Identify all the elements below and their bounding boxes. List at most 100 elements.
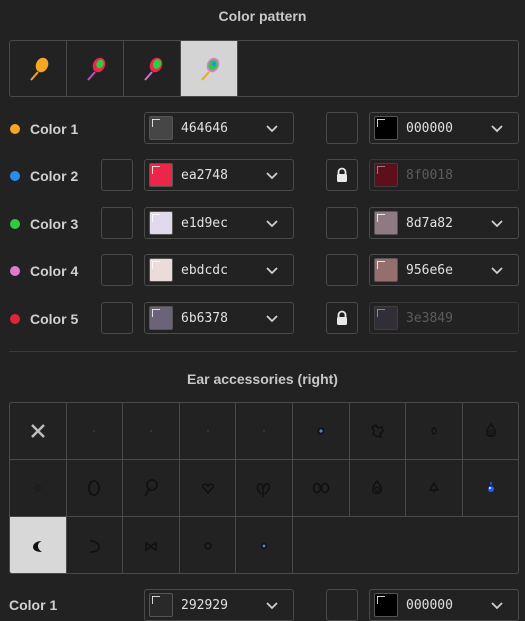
accessory-option-20[interactable] xyxy=(67,517,124,573)
color-row-1: Color 1 464646 000000 xyxy=(0,112,525,146)
chevron-down-icon xyxy=(266,125,278,133)
accessory-option-22[interactable] xyxy=(180,517,237,573)
secondary-color-picker[interactable]: 956e6e xyxy=(369,254,519,286)
primary-color-picker[interactable]: ebdcdc xyxy=(144,254,294,286)
bottom-primary-swatch xyxy=(149,593,173,617)
pattern-tile-1[interactable] xyxy=(10,41,67,96)
chevron-down-icon xyxy=(266,602,278,610)
bottom-secondary-color-picker[interactable]: 000000 xyxy=(369,589,519,621)
loop-pendant-icon xyxy=(144,479,158,497)
color-dot xyxy=(10,219,20,229)
spade-pendant-icon xyxy=(428,481,440,493)
secondary-color-picker[interactable]: 3e3849 xyxy=(369,302,519,334)
color-toggle-box[interactable] xyxy=(101,207,133,239)
pattern-tile-2[interactable] xyxy=(67,41,124,96)
balloon-red-green-icon xyxy=(87,57,106,81)
primary-hex: e1d9ec xyxy=(181,215,228,231)
primary-color-picker[interactable]: 6b6378 xyxy=(144,302,294,334)
link-toggle-box[interactable] xyxy=(326,112,358,144)
accessory-option-10[interactable] xyxy=(10,460,67,517)
primary-swatch xyxy=(149,258,173,282)
accessory-option-1[interactable] xyxy=(10,403,67,460)
accessory-option-8[interactable] xyxy=(406,403,463,460)
accessory-option-2[interactable] xyxy=(66,403,124,460)
secondary-hex: 956e6e xyxy=(406,262,453,278)
none-x-icon xyxy=(30,424,45,438)
primary-swatch xyxy=(149,211,173,235)
lock-toggle-button[interactable] xyxy=(326,159,358,191)
secondary-swatch xyxy=(374,163,398,187)
secondary-color-picker[interactable]: 000000 xyxy=(369,112,519,144)
bottom-color-label: Color 1 xyxy=(9,597,58,613)
chevron-down-icon xyxy=(491,267,503,275)
accessory-option-5[interactable] xyxy=(236,403,293,460)
bow-icon xyxy=(145,541,157,551)
double-ring-icon xyxy=(312,482,330,494)
accessory-option-12[interactable] xyxy=(123,460,180,517)
accessory-option-21[interactable] xyxy=(123,517,180,573)
color-dot xyxy=(10,124,20,134)
accessory-empty-slot xyxy=(463,517,518,573)
primary-swatch xyxy=(149,306,173,330)
accessory-option-11[interactable] xyxy=(66,460,124,517)
secondary-hex: 8d7a82 xyxy=(406,215,453,231)
accessory-option-18[interactable] xyxy=(462,460,518,517)
color-toggle-box[interactable] xyxy=(101,159,133,191)
accessory-option-4[interactable] xyxy=(179,403,237,460)
accessory-option-23[interactable] xyxy=(236,517,293,573)
primary-hex: 464646 xyxy=(181,120,228,136)
accessory-option-14[interactable] xyxy=(236,460,293,517)
pattern-tile-4[interactable] xyxy=(181,41,238,96)
accessory-option-16[interactable] xyxy=(349,460,407,517)
primary-color-picker[interactable]: e1d9ec xyxy=(144,207,294,239)
chevron-down-icon xyxy=(491,602,503,610)
pattern-tile-3[interactable] xyxy=(124,41,181,96)
color-label: Color 5 xyxy=(30,311,79,327)
secondary-hex: 000000 xyxy=(406,120,453,136)
link-toggle-box[interactable] xyxy=(326,254,358,286)
tiny-dot-icon xyxy=(93,430,96,432)
lock-toggle-button[interactable] xyxy=(326,302,358,334)
ear-accessories-grid xyxy=(9,402,519,574)
bottom-secondary-hex: 000000 xyxy=(406,597,453,613)
primary-color-picker[interactable]: 464646 xyxy=(144,112,294,144)
accessory-option-6[interactable] xyxy=(292,403,350,460)
primary-hex: ebdcdc xyxy=(181,262,228,278)
link-toggle-box[interactable] xyxy=(326,207,358,239)
accessory-option-3[interactable] xyxy=(123,403,180,460)
balloon-pink-green-icon xyxy=(201,57,220,81)
ear-accessories-title: Ear accessories (right) xyxy=(187,371,338,387)
crescent-icon xyxy=(32,540,42,552)
accessory-option-9[interactable] xyxy=(462,403,518,460)
chevron-down-icon xyxy=(266,267,278,275)
primary-color-picker[interactable]: ea2748 xyxy=(144,159,294,191)
tiny-dot-icon xyxy=(263,430,266,432)
accessory-option-17[interactable] xyxy=(406,460,463,517)
color-dot xyxy=(10,314,20,324)
color-label: Color 1 xyxy=(30,121,79,137)
bottom-primary-hex: 292929 xyxy=(181,597,228,613)
color-dot xyxy=(10,171,20,181)
blue-gem-icon xyxy=(488,482,495,492)
double-heart-icon xyxy=(256,483,271,497)
accessory-option-15[interactable] xyxy=(292,460,350,517)
secondary-color-picker[interactable]: 8d7a82 xyxy=(369,207,519,239)
accessory-option-13[interactable] xyxy=(179,460,237,517)
color-toggle-box[interactable] xyxy=(101,302,133,334)
balloon-red-green-icon xyxy=(144,57,163,81)
secondary-swatch xyxy=(374,211,398,235)
accessory-option-19[interactable] xyxy=(10,517,67,573)
chevron-down-icon xyxy=(266,172,278,180)
color-toggle-box[interactable] xyxy=(101,254,133,286)
secondary-hex: 8f0018 xyxy=(406,167,453,183)
secondary-hex: 3e3849 xyxy=(406,310,453,326)
accessory-option-7[interactable] xyxy=(349,403,407,460)
lock-icon xyxy=(337,167,347,182)
bottom-link-box[interactable] xyxy=(326,589,358,621)
small-diamond-icon xyxy=(34,484,42,492)
bottom-primary-color-picker[interactable]: 292929 xyxy=(144,589,294,621)
color-row-5: Color 5 6b6378 3e3849 xyxy=(0,302,525,336)
secondary-color-picker[interactable]: 8f0018 xyxy=(369,159,519,191)
secondary-swatch xyxy=(374,258,398,282)
tiny-dot-icon xyxy=(149,430,152,432)
